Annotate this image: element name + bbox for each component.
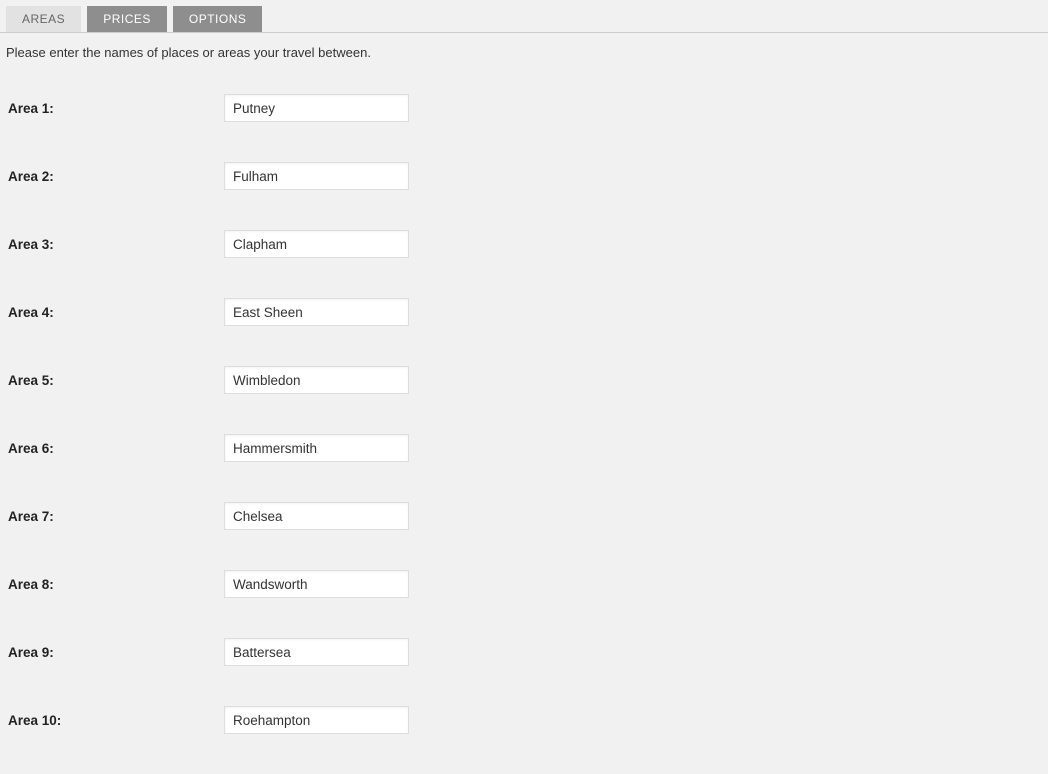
area-label: Area 6: bbox=[6, 441, 224, 456]
area-6-input[interactable] bbox=[224, 434, 409, 462]
description-text: Please enter the names of places or area… bbox=[0, 33, 1048, 68]
area-row: Area 5: bbox=[6, 346, 1042, 414]
area-9-input[interactable] bbox=[224, 638, 409, 666]
area-2-input[interactable] bbox=[224, 162, 409, 190]
area-row: Area 1: bbox=[6, 74, 1042, 142]
tab-options[interactable]: OPTIONS bbox=[173, 6, 263, 32]
area-1-input[interactable] bbox=[224, 94, 409, 122]
area-7-input[interactable] bbox=[224, 502, 409, 530]
area-label: Area 8: bbox=[6, 577, 224, 592]
area-label: Area 2: bbox=[6, 169, 224, 184]
area-label: Area 7: bbox=[6, 509, 224, 524]
area-label: Area 9: bbox=[6, 645, 224, 660]
area-label: Area 10: bbox=[6, 713, 224, 728]
area-label: Area 1: bbox=[6, 101, 224, 116]
areas-form: Area 1: Area 2: Area 3: Area 4: Area 5: … bbox=[0, 68, 1048, 774]
area-row: Area 9: bbox=[6, 618, 1042, 686]
tab-bar: AREAS PRICES OPTIONS bbox=[0, 0, 1048, 33]
area-row: Area 2: bbox=[6, 142, 1042, 210]
area-row: Area 6: bbox=[6, 414, 1042, 482]
area-5-input[interactable] bbox=[224, 366, 409, 394]
area-row: Area 10: bbox=[6, 686, 1042, 754]
area-8-input[interactable] bbox=[224, 570, 409, 598]
area-row: Area 8: bbox=[6, 550, 1042, 618]
tab-prices[interactable]: PRICES bbox=[87, 6, 167, 32]
area-label: Area 5: bbox=[6, 373, 224, 388]
tab-areas[interactable]: AREAS bbox=[6, 6, 81, 32]
area-3-input[interactable] bbox=[224, 230, 409, 258]
area-row: Area 4: bbox=[6, 278, 1042, 346]
area-10-input[interactable] bbox=[224, 706, 409, 734]
area-4-input[interactable] bbox=[224, 298, 409, 326]
area-row: Area 7: bbox=[6, 482, 1042, 550]
area-label: Area 3: bbox=[6, 237, 224, 252]
area-label: Area 4: bbox=[6, 305, 224, 320]
area-row: Area 3: bbox=[6, 210, 1042, 278]
